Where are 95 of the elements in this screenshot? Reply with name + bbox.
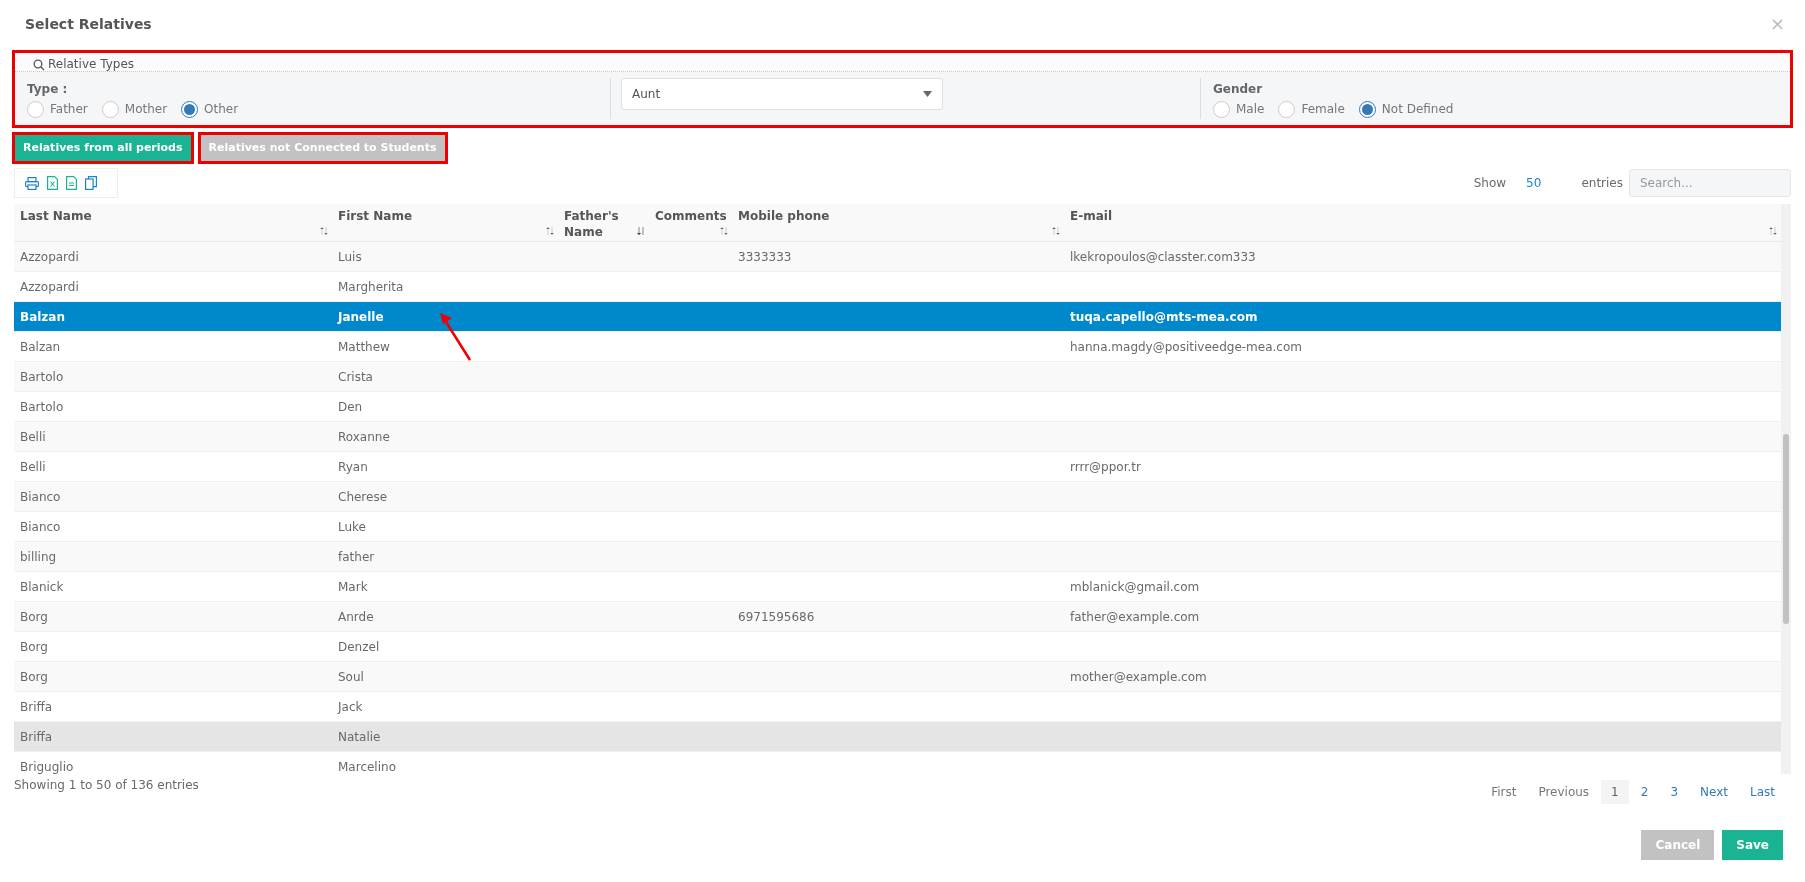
pagination-link[interactable]: 3 <box>1660 780 1689 804</box>
radio-button[interactable] <box>1358 100 1376 118</box>
column-header[interactable]: Comments <box>649 204 732 241</box>
table-row[interactable]: Briffa Natalie <box>14 722 1781 752</box>
table-cell: Azzopardi <box>20 279 79 294</box>
copy-icon[interactable] <box>85 176 97 190</box>
table-cell: billing <box>20 549 57 564</box>
column-header[interactable]: Father's Name <box>558 204 649 241</box>
document-icon[interactable] <box>66 176 77 190</box>
table-cell: hanna.magdy@positiveedge-mea.com <box>1070 339 1302 354</box>
table-cell: Roxanne <box>338 429 390 444</box>
column-header[interactable]: First Name <box>332 204 558 241</box>
pagination-link[interactable]: 1 <box>1601 780 1629 804</box>
radio-button[interactable] <box>1213 100 1230 118</box>
table-row[interactable]: Balzan Janelle tuqa.capello@mts-mea.com <box>14 302 1781 332</box>
radio-label: Male <box>1236 101 1265 118</box>
pagination-link[interactable]: Next <box>1690 780 1738 804</box>
table-cell: Belli <box>20 459 46 474</box>
table-cell: Cherese <box>338 489 388 504</box>
table-cell: Mark <box>338 579 368 594</box>
table-cell: mother@example.com <box>1070 669 1207 684</box>
table-cell: lkekropoulos@classter.com333 <box>1070 249 1256 264</box>
table-cell: mblanick@gmail.com <box>1070 579 1200 594</box>
page-length-select[interactable]: 50 <box>1526 174 1542 192</box>
table-cell: Den <box>338 399 363 414</box>
table-cell: Luke <box>338 519 366 534</box>
table-row[interactable]: Azzopardi Luis 3333333 lkekropoulos@classter.com333 <box>14 242 1781 272</box>
table-row[interactable]: billing father <box>14 542 1781 572</box>
table-cell: Bartolo <box>20 399 64 414</box>
radio-label: Female <box>1301 101 1345 118</box>
table-cell: Blanick <box>20 579 64 594</box>
table-info: Showing 1 to 50 of 136 entries <box>14 777 199 794</box>
table-cell: Briffa <box>20 729 53 744</box>
table-cell: Briguglio <box>20 759 74 774</box>
table-cell: Crista <box>338 369 373 384</box>
table-cell: rrrr@ppor.tr <box>1070 459 1141 474</box>
table-cell: Janelle <box>338 309 384 324</box>
table-cell: Soul <box>338 669 364 684</box>
table-row[interactable]: Bartolo Crista <box>14 362 1781 392</box>
gender-label: Gender <box>1213 81 1264 98</box>
table-cell: Borg <box>20 609 48 624</box>
table-cell: Ryan <box>338 459 368 474</box>
table-cell: 3333333 <box>738 249 792 264</box>
table-cell: father@example.com <box>1070 609 1200 624</box>
table-cell: Luis <box>338 249 362 264</box>
pagination-link[interactable]: Last <box>1740 780 1785 804</box>
radio-button[interactable] <box>1278 100 1296 118</box>
table-cell: father <box>338 549 375 564</box>
table-row[interactable]: Borg Soul mother@example.com <box>14 662 1781 692</box>
dialog-title: Select Relatives <box>25 14 152 34</box>
table-cell: Azzopardi <box>20 249 79 264</box>
radio-label: Other <box>204 101 239 118</box>
radio-label: Father <box>50 101 88 118</box>
radio-label: Not Defined <box>1381 101 1454 118</box>
column-header[interactable]: Mobile phone <box>732 204 1064 241</box>
show-label: Show <box>1473 175 1507 192</box>
table-cell: Belli <box>20 429 46 444</box>
radio-button[interactable] <box>181 100 199 118</box>
table-cell: Natalie <box>338 729 381 744</box>
search-icon <box>33 59 45 71</box>
table-cell: Bianco <box>20 519 61 534</box>
search-field[interactable]: Search... <box>1629 169 1791 197</box>
table-cell: Anrde <box>338 609 374 624</box>
radio-button[interactable] <box>27 100 44 118</box>
radio-label: Mother <box>124 101 168 118</box>
spreadsheet-icon[interactable] <box>47 176 58 190</box>
radio-button[interactable] <box>101 100 119 118</box>
table-cell: Denzel <box>338 639 380 654</box>
table-cell: Borg <box>20 639 48 654</box>
panel-legend: Relative Types <box>48 57 135 71</box>
annotation-arrow <box>437 312 473 362</box>
scrollbar[interactable] <box>1781 204 1791 774</box>
column-header[interactable]: Last Name <box>14 204 332 241</box>
relation-dropdown[interactable]: Aunt <box>621 78 943 110</box>
caret-icon <box>923 91 932 97</box>
table-cell: Borg <box>20 669 48 684</box>
table-cell: Bartolo <box>20 369 64 384</box>
table-row[interactable]: Bianco Cherese <box>14 482 1781 512</box>
table-cell: Bianco <box>20 489 61 504</box>
table-cell: tuqa.capello@mts-mea.com <box>1070 309 1258 324</box>
print-icon[interactable] <box>25 176 39 190</box>
table-cell: 6971595686 <box>738 609 815 624</box>
table-row[interactable]: Borg Anrde 6971595686 father@example.com <box>14 602 1781 632</box>
table-cell: Balzan <box>20 309 65 324</box>
table-row[interactable]: Belli Roxanne <box>14 422 1781 452</box>
table-cell: Briffa <box>20 699 53 714</box>
entries-label: entries <box>1581 175 1623 192</box>
table-cell: Jack <box>338 699 363 714</box>
type-label: Type : <box>27 81 69 98</box>
table-cell: Marcelino <box>338 759 396 774</box>
table-cell: Balzan <box>20 339 61 354</box>
column-header[interactable]: E-mail <box>1064 204 1781 241</box>
pagination-link[interactable]: 2 <box>1630 780 1659 804</box>
table-cell: Margherita <box>338 279 404 294</box>
table-cell: Matthew <box>338 339 390 354</box>
